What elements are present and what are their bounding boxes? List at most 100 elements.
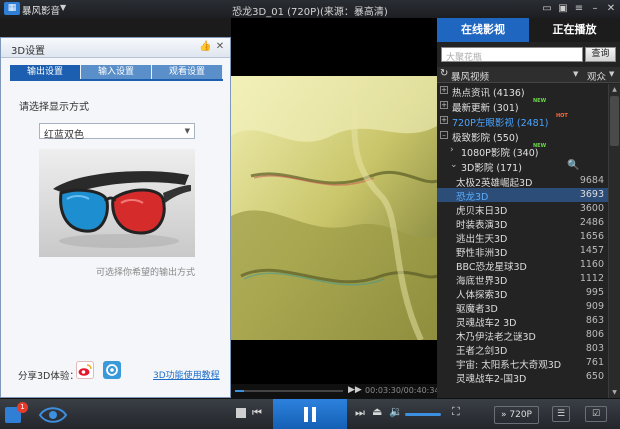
message-icon[interactable]: ▭ <box>540 2 554 16</box>
video-title: 虎贝末日3D <box>456 206 508 217</box>
view-count: 1160 <box>579 259 604 270</box>
video-list-item-selected[interactable]: 恐龙3D 3693 <box>437 188 608 203</box>
app-logo-icon[interactable]: ▦ <box>4 2 20 15</box>
menu-icon[interactable]: ≡ <box>572 2 586 16</box>
video-content-image <box>231 76 437 340</box>
video-title: 时装表演3D <box>456 220 508 231</box>
tab-online-video[interactable]: 在线影视 <box>437 18 529 42</box>
collapse-minus-icon[interactable]: – <box>440 131 448 139</box>
video-list-item[interactable]: 人体探索3D 995 <box>437 286 608 301</box>
stop-button[interactable] <box>236 408 246 418</box>
category-label: 热点资讯 (4136) <box>452 88 525 99</box>
video-list-item[interactable]: 野性非洲3D 1457 <box>437 244 608 259</box>
tabs-divider <box>10 79 223 81</box>
video-list-item[interactable]: 时装表演3D 2486 <box>437 216 608 231</box>
fullscreen-icon[interactable]: ⛶ <box>452 405 460 419</box>
share-label: 分享3D体验： <box>18 371 79 382</box>
progress-track[interactable] <box>235 390 343 392</box>
3d-tutorial-link[interactable]: 3D功能使用教程 <box>153 368 220 381</box>
tab-viewing-settings[interactable]: 观看设置 <box>152 65 223 79</box>
previous-button[interactable]: ⏮ <box>252 406 262 420</box>
source-name[interactable]: 暴风视频 <box>451 69 489 83</box>
new-badge: NEW <box>533 98 547 104</box>
refresh-icon[interactable]: ↻ <box>440 68 448 79</box>
volume-icon[interactable]: 🔉 <box>389 405 403 418</box>
view-mode-label[interactable]: 观众 <box>587 69 606 83</box>
app-name[interactable]: 暴风影音 <box>22 3 60 17</box>
progress-fill <box>235 390 244 392</box>
weibo-icon <box>78 364 92 376</box>
subcategory-label: 3D影院 (171) <box>461 163 522 174</box>
progress-strip: ▶▶ 00:03:30/00:40:34 <box>231 384 440 398</box>
video-list-item[interactable]: 宇宙: 太阳系七大奇观3D 761 <box>437 356 608 371</box>
subcategory-label: 1080P影院 (340) <box>461 148 539 159</box>
video-list-item[interactable]: 逃出生天3D 1656 <box>437 230 608 245</box>
source-dropdown-icon[interactable]: ▼ <box>573 70 578 78</box>
video-list-item[interactable]: 驱魔者3D 909 <box>437 300 608 315</box>
preview-caption: 可选择你希望的输出方式 <box>95 268 195 278</box>
expand-plus-icon[interactable]: + <box>440 116 448 124</box>
3d-glasses-preview <box>39 149 195 257</box>
pause-button[interactable] <box>273 399 347 429</box>
video-title: 宇宙: 太阳系七大奇观3D <box>456 360 562 371</box>
view-count: 1457 <box>579 245 604 256</box>
minimize-button[interactable]: – <box>588 2 602 16</box>
title-bar: ▦ 暴风影音 ▼ 恐龙3D_01 (720P)(来源：暴高清) ▭ ▣ ≡ – … <box>0 0 620 18</box>
eye-care-icon[interactable] <box>38 405 68 425</box>
video-list-item[interactable]: 海底世界3D 1112 <box>437 272 608 287</box>
playlist-icon[interactable]: ☰ <box>552 406 570 422</box>
video-list-item[interactable]: 灵魂战车2 3D 863 <box>437 314 608 329</box>
video-title: 人体探索3D <box>456 290 508 301</box>
video-list-item[interactable]: 虎贝末日3D 3600 <box>437 202 608 217</box>
display-mode-select[interactable]: 红蓝双色 ▼ <box>39 123 195 141</box>
volume-slider[interactable] <box>405 413 441 416</box>
video-area[interactable] <box>231 18 437 384</box>
video-list-item[interactable]: 太极2英雄崛起3D 9684 <box>437 174 608 189</box>
scroll-up-icon[interactable]: ▲ <box>609 84 620 95</box>
category-label: 最新更新 (301) <box>452 103 519 114</box>
view-count: 761 <box>585 357 604 368</box>
search-button[interactable]: 查询 <box>585 47 616 62</box>
scrollbar-thumb[interactable] <box>610 96 619 146</box>
expand-plus-icon[interactable]: + <box>440 86 448 94</box>
app-menu-caret-icon[interactable]: ▼ <box>60 3 66 12</box>
fast-forward-icon[interactable]: ▶▶ <box>348 385 362 395</box>
search-icon[interactable]: 🔍 <box>567 160 579 171</box>
qq-share-icon[interactable] <box>103 361 121 379</box>
dialog-close-button[interactable]: ✕ <box>214 41 226 53</box>
category-label: 极致影院 (550) <box>452 133 519 144</box>
control-bar: 1 ⏮ ⏭ ⏏ 🔉 ⛶ » 720P ☰ ☑ <box>0 398 620 429</box>
tab-output-settings[interactable]: 输出设置 <box>10 65 81 79</box>
video-list-item[interactable]: 灵魂战车2-国3D 650 <box>437 370 608 385</box>
list-scrollbar[interactable]: ▲ ▼ <box>608 84 620 398</box>
quality-button[interactable]: » 720P <box>494 406 539 424</box>
panel-toggle-icon[interactable]: ☑ <box>585 406 607 422</box>
search-placeholder: 大聚花瓶 <box>446 53 483 63</box>
weibo-share-icon[interactable] <box>76 361 94 379</box>
video-list-item[interactable]: 王者之剑3D 803 <box>437 342 608 357</box>
close-button[interactable]: ✕ <box>604 2 618 16</box>
thumbs-up-icon[interactable]: 👍 <box>199 41 211 53</box>
expand-plus-icon[interactable]: + <box>440 101 448 109</box>
tab-input-settings[interactable]: 输入设置 <box>81 65 152 79</box>
skin-icon[interactable]: ▣ <box>556 2 570 16</box>
chevron-right-icon[interactable]: › <box>450 145 454 155</box>
chevron-down-icon[interactable]: ⌄ <box>450 160 458 170</box>
new-badge: NEW <box>533 143 547 149</box>
video-list-item[interactable]: BBC恐龙星球3D 1160 <box>437 258 608 273</box>
search-input[interactable]: 大聚花瓶 <box>441 47 583 63</box>
scroll-down-icon[interactable]: ▼ <box>609 387 620 398</box>
tree-subcategory[interactable]: ⌄ 3D影院 (171) 🔍 <box>437 159 608 174</box>
eject-icon[interactable]: ⏏ <box>372 405 382 418</box>
panel-tabs: 在线影视 正在播放 <box>437 18 620 42</box>
hot-badge: HOT <box>556 113 568 119</box>
dialog-header[interactable]: 3D设置 👍 ✕ <box>1 38 230 58</box>
view-count: 3600 <box>579 203 604 214</box>
window-title: 恐龙3D_01 (720P)(来源：暴高清) <box>232 7 388 18</box>
tab-now-playing[interactable]: 正在播放 <box>529 18 620 42</box>
video-list-item[interactable]: 木乃伊法老之谜3D 806 <box>437 328 608 343</box>
view-dropdown-icon[interactable]: ▼ <box>609 70 614 78</box>
video-title: 太极2英雄崛起3D <box>456 178 533 189</box>
video-frame[interactable] <box>231 76 437 340</box>
next-button[interactable]: ⏭ <box>355 406 365 420</box>
